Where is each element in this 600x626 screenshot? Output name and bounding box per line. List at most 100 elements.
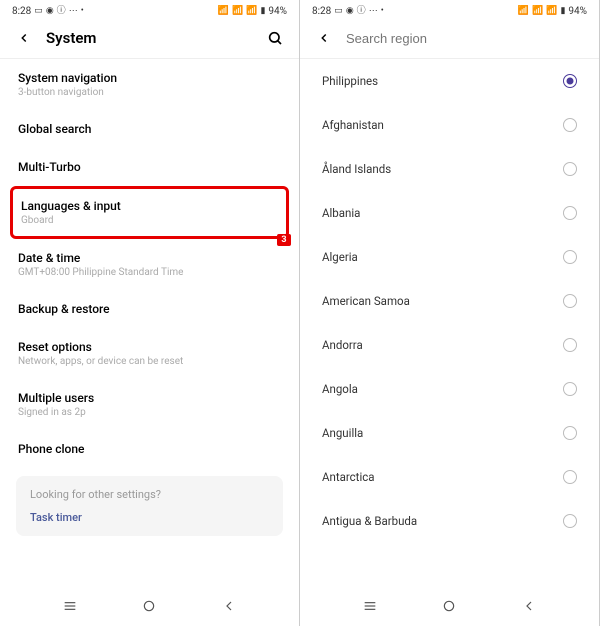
region-item[interactable]: Antigua & Barbuda xyxy=(300,499,599,543)
nav-bar xyxy=(300,588,599,626)
setting-phone-clone[interactable]: Phone clone xyxy=(0,430,299,468)
highlight-badge: 3 xyxy=(277,234,291,246)
search-button[interactable] xyxy=(265,28,285,48)
region-item[interactable]: Angola xyxy=(300,367,599,411)
wifi-icon: 📶 xyxy=(518,7,529,16)
region-name: Algeria xyxy=(322,250,358,264)
setting-multi-turbo[interactable]: Multi-Turbo xyxy=(0,148,299,186)
video-icon: ▭ xyxy=(334,7,343,16)
signal2-icon: 📶 xyxy=(546,7,557,16)
video-icon: ▭ xyxy=(34,7,43,16)
footer-card: Looking for other settings? Task timer xyxy=(16,476,283,536)
setting-date-time[interactable]: Date & time GMT+08:00 Philippine Standar… xyxy=(0,239,299,290)
settings-list: System navigation 3-button navigation Gl… xyxy=(0,59,299,588)
chevron-left-icon xyxy=(17,31,31,45)
info-icon: ⓘ xyxy=(57,7,66,16)
search-region-input[interactable] xyxy=(346,31,585,46)
region-item[interactable]: Åland Islands xyxy=(300,147,599,191)
battery-text: 94% xyxy=(568,6,587,17)
radio-icon[interactable] xyxy=(563,514,577,528)
dot-icon: • xyxy=(381,7,384,16)
header: System xyxy=(0,22,299,59)
radio-icon[interactable] xyxy=(563,206,577,220)
mute-icon: ⋯ xyxy=(69,7,78,16)
messenger-icon: ◉ xyxy=(346,7,354,16)
status-time: 8:28 xyxy=(12,6,31,17)
back-button[interactable] xyxy=(314,28,334,48)
region-item[interactable]: Algeria xyxy=(300,235,599,279)
radio-icon[interactable] xyxy=(563,426,577,440)
setting-title: Reset options xyxy=(18,340,281,354)
radio-icon[interactable] xyxy=(563,338,577,352)
signal-icon: 📶 xyxy=(232,7,243,16)
radio-icon[interactable] xyxy=(563,294,577,308)
setting-reset-options[interactable]: Reset options Network, apps, or device c… xyxy=(0,328,299,379)
info-icon: ⓘ xyxy=(357,7,366,16)
battery-text: 94% xyxy=(268,6,287,17)
messenger-icon: ◉ xyxy=(46,7,54,16)
phone-left: 8:28 ▭ ◉ ⓘ ⋯ • 📶 📶 📶 ▮ 94% System System… xyxy=(0,0,300,626)
region-item[interactable]: Anguilla xyxy=(300,411,599,455)
region-item[interactable]: Andorra xyxy=(300,323,599,367)
status-left: 8:28 ▭ ◉ ⓘ ⋯ • xyxy=(12,6,84,17)
battery-icon: ▮ xyxy=(260,7,265,16)
radio-icon[interactable] xyxy=(563,74,577,88)
nav-recents[interactable] xyxy=(359,595,381,617)
setting-sub: Gboard xyxy=(21,215,278,226)
region-list: PhilippinesAfghanistan Åland Islands Alban… xyxy=(300,59,599,588)
radio-icon[interactable] xyxy=(563,470,577,484)
region-name: Anguilla xyxy=(322,426,363,440)
setting-languages-input[interactable]: Languages & input Gboard 3 xyxy=(10,186,289,239)
setting-title: Phone clone xyxy=(18,442,281,456)
nav-home[interactable] xyxy=(438,595,460,617)
chevron-left-icon xyxy=(221,598,237,614)
chevron-left-icon xyxy=(317,31,331,45)
signal2-icon: 📶 xyxy=(246,7,257,16)
nav-back[interactable] xyxy=(518,595,540,617)
radio-icon[interactable] xyxy=(563,118,577,132)
nav-recents[interactable] xyxy=(59,595,81,617)
menu-icon xyxy=(362,598,378,614)
region-name: American Samoa xyxy=(322,294,410,308)
status-bar: 8:28 ▭ ◉ ⓘ ⋯ • 📶 📶 📶 ▮ 94% xyxy=(0,0,299,22)
setting-global-search[interactable]: Global search xyxy=(0,110,299,148)
setting-title: Global search xyxy=(18,122,281,136)
region-item[interactable]: Albania xyxy=(300,191,599,235)
status-left: 8:28 ▭ ◉ ⓘ ⋯ • xyxy=(312,6,384,17)
nav-home[interactable] xyxy=(138,595,160,617)
region-name: Antigua & Barbuda xyxy=(322,514,417,528)
setting-sub: GMT+08:00 Philippine Standard Time xyxy=(18,267,281,278)
setting-title: Multiple users xyxy=(18,391,281,405)
region-name: Antarctica xyxy=(322,470,375,484)
setting-backup-restore[interactable]: Backup & restore xyxy=(0,290,299,328)
region-item[interactable]: American Samoa xyxy=(300,279,599,323)
setting-multiple-users[interactable]: Multiple users Signed in as 2p xyxy=(0,379,299,430)
chevron-left-icon xyxy=(521,598,537,614)
region-item[interactable]: Afghanistan xyxy=(300,103,599,147)
footer-link-task-timer[interactable]: Task timer xyxy=(30,511,269,524)
nav-back[interactable] xyxy=(218,595,240,617)
radio-icon[interactable] xyxy=(563,250,577,264)
footer-question: Looking for other settings? xyxy=(30,488,269,501)
radio-icon[interactable] xyxy=(563,382,577,396)
region-item[interactable]: Philippines xyxy=(300,59,599,103)
page-title: System xyxy=(46,29,253,47)
radio-icon[interactable] xyxy=(563,162,577,176)
status-bar: 8:28 ▭ ◉ ⓘ ⋯ • 📶 📶 📶 ▮ 94% xyxy=(300,0,599,22)
setting-title: System navigation xyxy=(18,71,281,85)
header xyxy=(300,22,599,59)
search-icon xyxy=(267,30,283,46)
region-name: Åland Islands xyxy=(322,162,391,176)
mute-icon: ⋯ xyxy=(369,7,378,16)
dot-icon: • xyxy=(81,7,84,16)
circle-icon xyxy=(141,598,157,614)
back-button[interactable] xyxy=(14,28,34,48)
setting-sub: Network, apps, or device can be reset xyxy=(18,356,281,367)
setting-title: Multi-Turbo xyxy=(18,160,281,174)
region-item[interactable]: Antarctica xyxy=(300,455,599,499)
wifi-icon: 📶 xyxy=(218,7,229,16)
setting-title: Date & time xyxy=(18,251,281,265)
region-name: Albania xyxy=(322,206,360,220)
setting-system-navigation[interactable]: System navigation 3-button navigation xyxy=(0,59,299,110)
signal-icon: 📶 xyxy=(532,7,543,16)
